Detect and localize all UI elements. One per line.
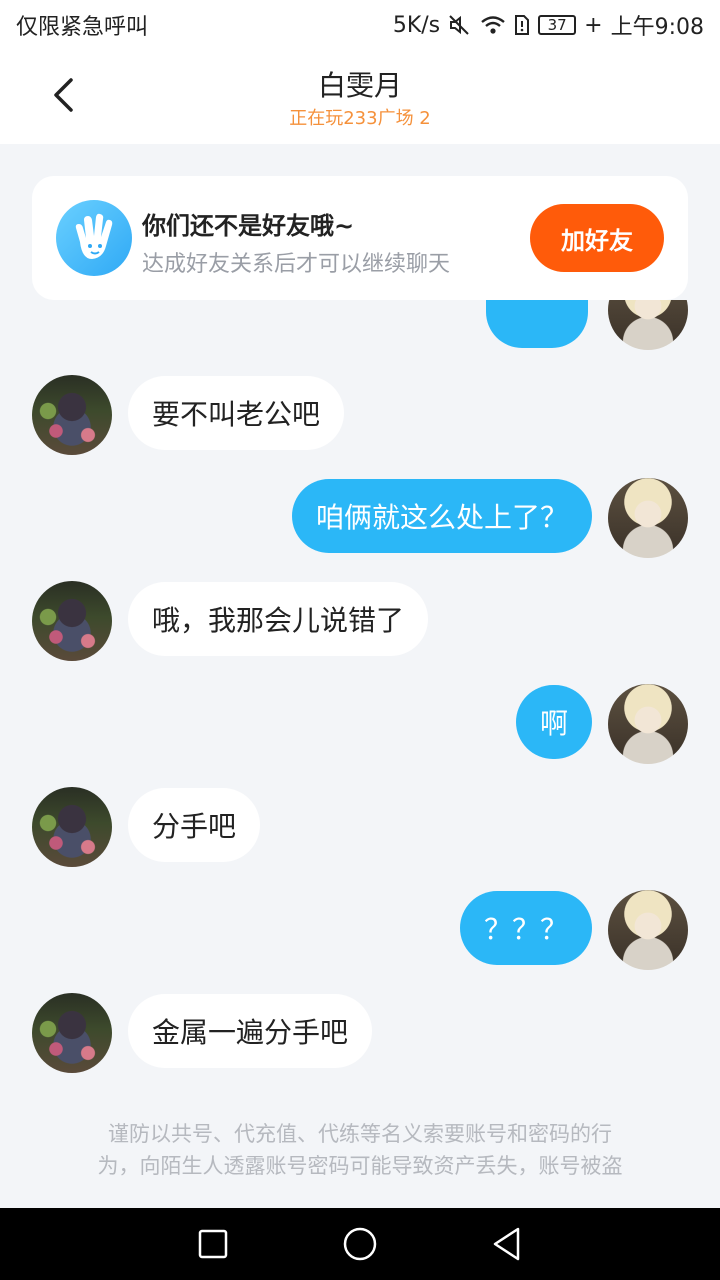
banner-title: 你们还不是好友哦~ [142,212,355,240]
carrier-text: 仅限紧急呼叫 [16,15,149,40]
page-title: 白雯月 [317,69,402,102]
message-bubble[interactable]: 要不叫老公吧 [128,376,345,450]
avatar-other[interactable] [32,787,112,867]
avatar-other[interactable] [32,993,112,1073]
recents-button[interactable] [191,1222,235,1266]
status-bar: 仅限紧急呼叫 5K/s 37 + 上午9:08 [0,0,720,50]
message-bubble[interactable]: 哦，我那会儿说错了 [128,582,429,656]
recents-icon [199,1229,228,1259]
network-speed: 5K/s [392,12,441,38]
wifi-icon [480,14,506,36]
avatar-me[interactable] [608,478,688,558]
battery-icon: 37 [538,15,577,35]
system-nav-bar [0,1208,720,1280]
avatar-me[interactable] [608,684,688,764]
banner-subtitle: 达成好友关系后才可以继续聊天 [142,252,451,277]
message-bubble[interactable]: 咱俩就这么处上了？ [291,479,592,553]
home-icon [343,1227,377,1261]
avatar-me-partial[interactable] [608,300,688,350]
notice-line-2: 为，向陌生人透露账号密码可能导致资产丢失，账号被盗 [97,1154,623,1178]
avatar-other[interactable] [32,375,112,455]
message-bubble[interactable]: 啊 [515,685,592,759]
mute-icon [448,14,472,36]
charging-icon: + [584,12,603,38]
hand-wave-icon [56,200,132,276]
notice-line-1: 谨防以共号、代充值、代练等名义索要账号和密码的行 [108,1122,612,1146]
avatar-me[interactable] [608,890,688,970]
playing-status[interactable]: 正在玩233广场 2 [0,104,720,130]
back-nav-button[interactable] [485,1222,529,1266]
message-list[interactable]: 要不叫老公吧 咱俩就这么处上了？ 哦，我那会儿说错了 啊 分手吧 ？？？ 金属一… [0,300,720,1100]
message-bubble[interactable]: ？？？ [459,891,592,965]
sim-icon [514,14,530,36]
safety-notice: 谨防以共号、代充值、代练等名义索要账号和密码的行 为，向陌生人透露账号密码可能导… [60,1118,660,1182]
home-button[interactable] [338,1222,382,1266]
chat-header: 白雯月 正在玩233广场 2 [0,50,720,144]
add-friend-button[interactable]: 加好友 [530,204,664,272]
status-icons: 5K/s 37 + 上午9:08 [393,9,704,41]
clock: 上午9:08 [610,15,704,40]
friend-request-banner: 你们还不是好友哦~ 达成好友关系后才可以继续聊天 加好友 [32,176,688,300]
back-nav-icon [493,1227,519,1261]
message-bubble[interactable]: 金属一遍分手吧 [128,994,373,1068]
avatar-other[interactable] [32,581,112,661]
message-bubble-partial[interactable] [486,300,588,348]
message-bubble[interactable]: 分手吧 [128,788,261,862]
